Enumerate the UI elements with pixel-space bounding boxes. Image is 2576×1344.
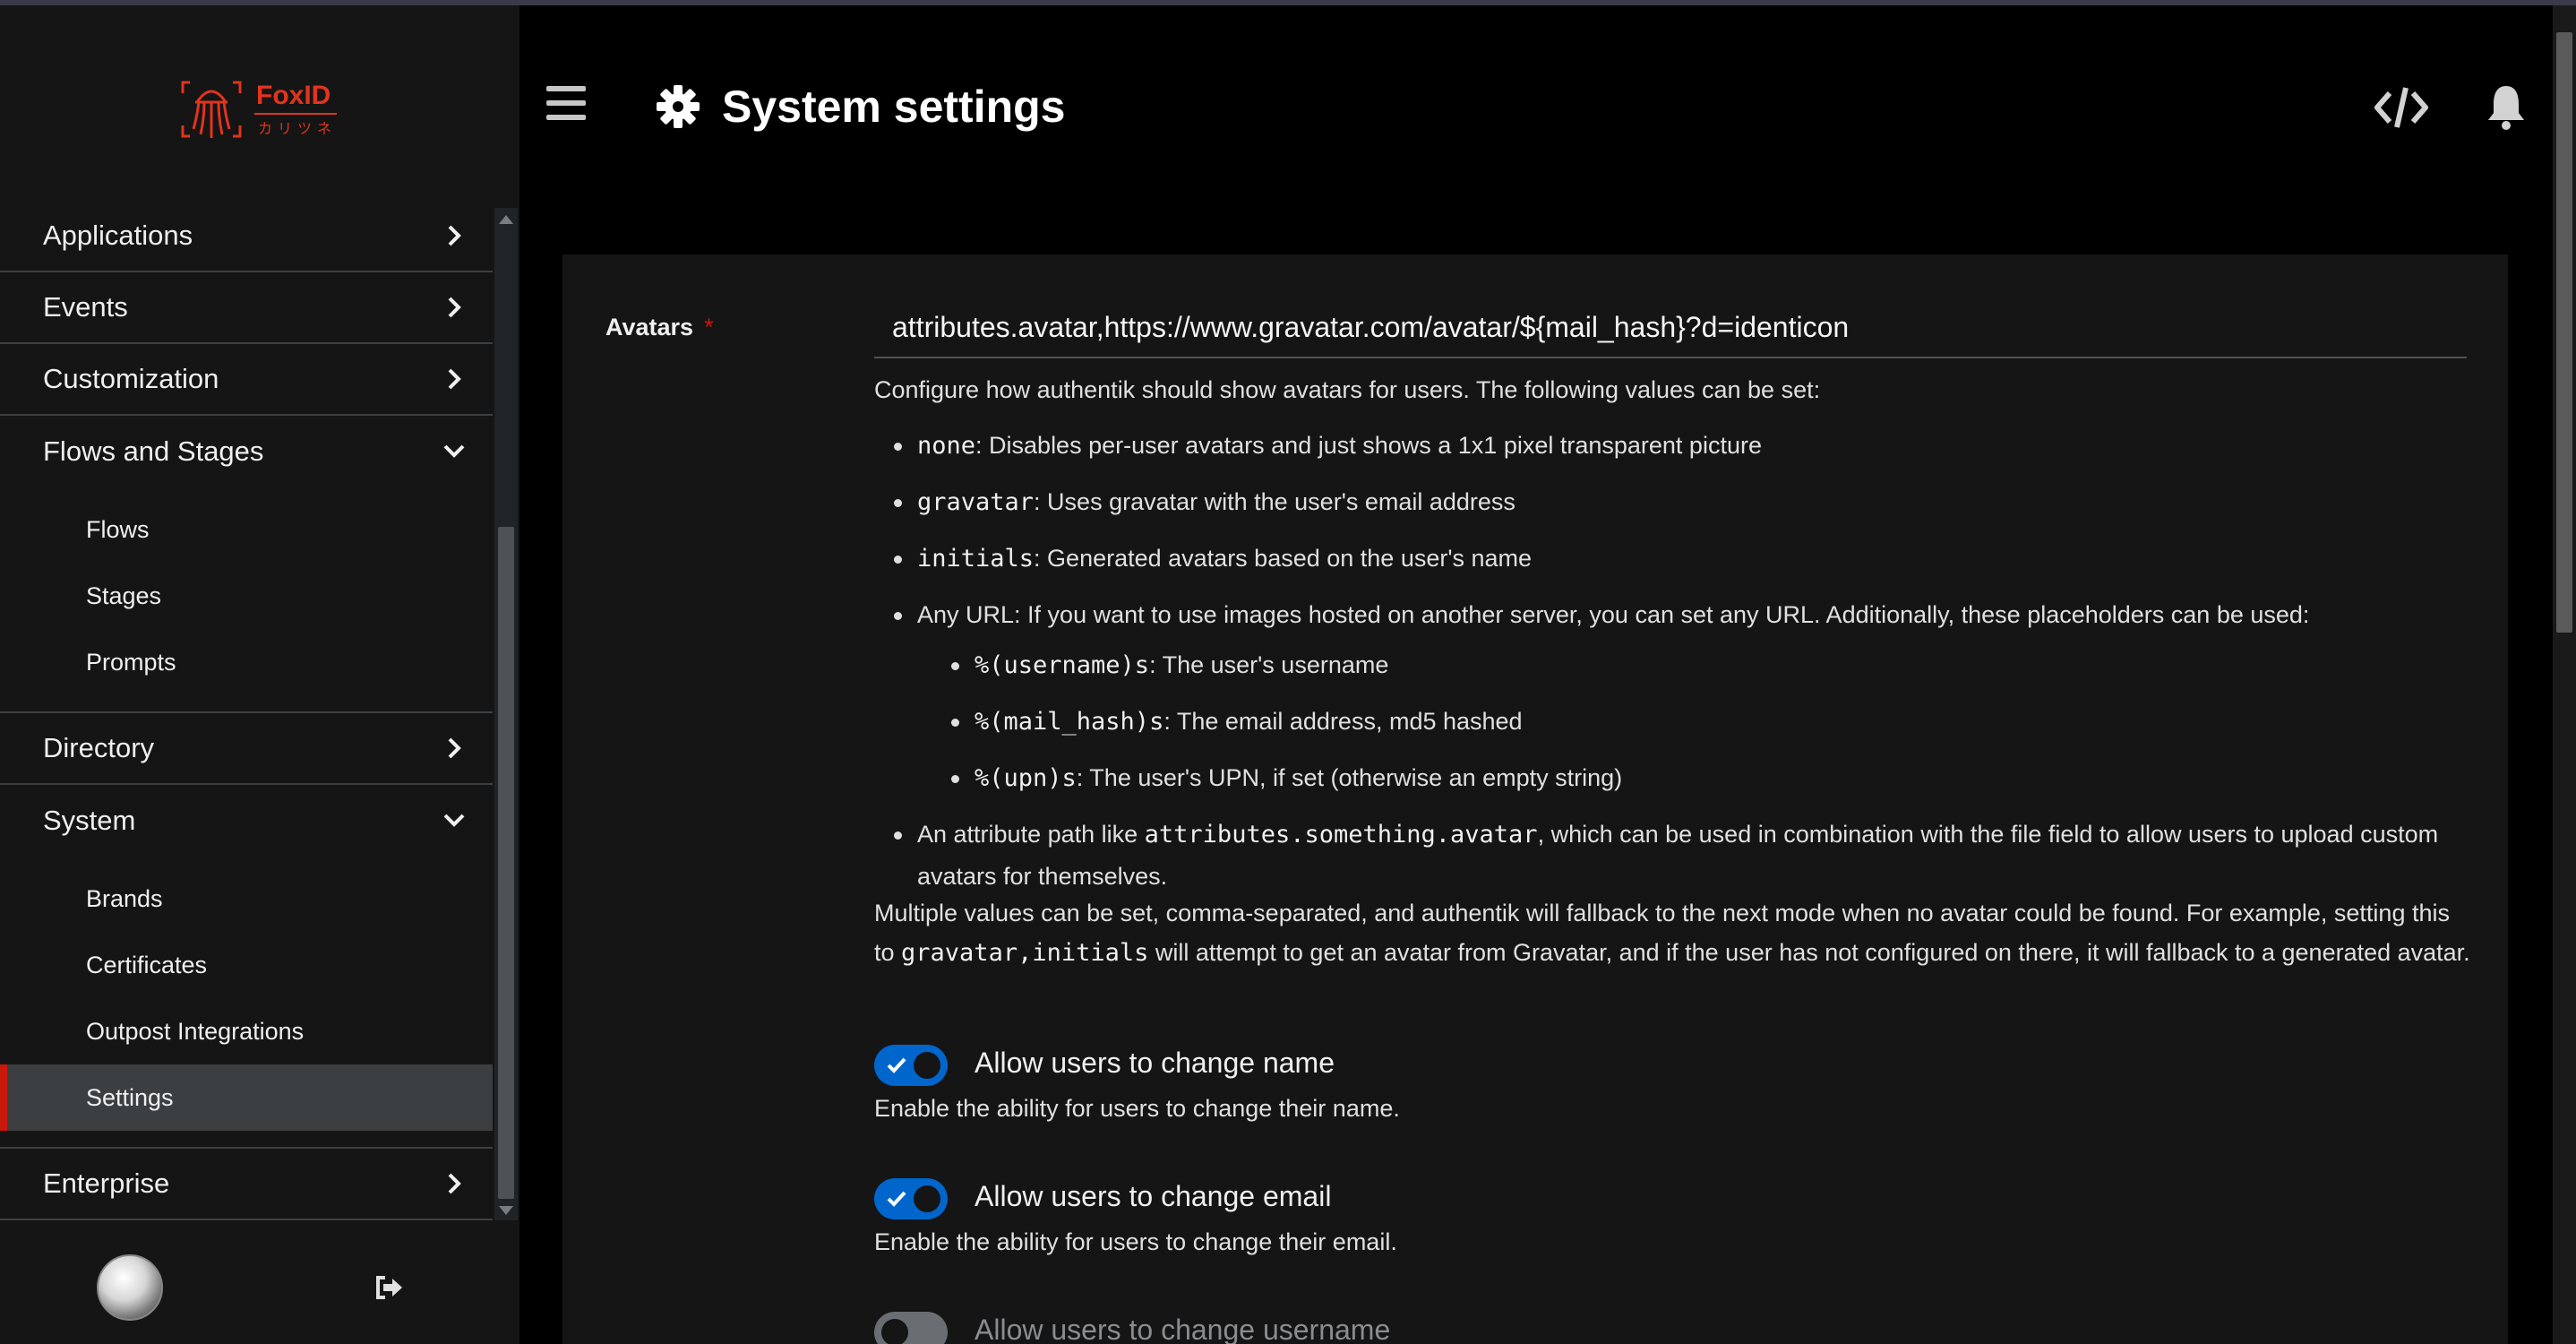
chevron-down-icon bbox=[443, 444, 465, 458]
bell-icon[interactable] bbox=[2485, 82, 2528, 131]
chevron-right-icon bbox=[448, 1173, 461, 1194]
sidebar-item-label: Enterprise bbox=[43, 1167, 170, 1199]
list-item-text: An attribute path like bbox=[917, 821, 1145, 848]
toggle-label: Allow users to change name bbox=[975, 1047, 1335, 1079]
user-avatar[interactable] bbox=[97, 1254, 163, 1321]
logout-icon[interactable] bbox=[374, 1274, 405, 1301]
toggle-change-name[interactable] bbox=[874, 1045, 948, 1086]
list-item: none: Disables per-user avatars and just… bbox=[874, 425, 2470, 467]
list-item: initials: Generated avatars based on the… bbox=[874, 538, 2470, 580]
sidebar-item-label: System bbox=[43, 805, 136, 836]
avatar-options-list: none: Disables per-user avatars and just… bbox=[874, 425, 2470, 897]
toggle-help: Enable the ability for users to change t… bbox=[874, 1095, 1400, 1122]
toggle-label: Allow users to change email bbox=[975, 1180, 1332, 1212]
help-intro: Configure how authentik should show avat… bbox=[874, 376, 1821, 403]
chevron-down-icon bbox=[443, 814, 465, 827]
check-icon bbox=[887, 1191, 906, 1207]
toggle-help: Enable the ability for users to change t… bbox=[874, 1228, 1397, 1255]
list-item: gravatar: Uses gravatar with the user's … bbox=[874, 481, 2470, 523]
required-asterisk: * bbox=[704, 314, 714, 340]
avatars-help-text: Configure how authentik should show avat… bbox=[874, 369, 2470, 973]
chevron-right-icon bbox=[448, 225, 461, 246]
sidebar-subitem-prompts[interactable]: Prompts bbox=[0, 629, 493, 695]
page-title: System settings bbox=[722, 82, 1066, 132]
main-scrollbar-thumb[interactable] bbox=[2556, 32, 2572, 633]
code-snippet: none bbox=[917, 432, 976, 460]
sidebar-item-system[interactable]: System bbox=[0, 785, 493, 857]
sidebar-item-enterprise[interactable]: Enterprise bbox=[0, 1149, 493, 1220]
sidebar-item-directory[interactable]: Directory bbox=[0, 713, 493, 785]
toggle-knob bbox=[914, 1185, 940, 1212]
sidebar-scrollbar-thumb[interactable] bbox=[498, 527, 514, 1199]
sidebar-item-events[interactable]: Events bbox=[0, 272, 493, 344]
avatars-label-text: Avatars bbox=[605, 314, 694, 340]
avatars-input[interactable] bbox=[874, 297, 2467, 358]
code-snippet: gravatar bbox=[917, 488, 1035, 516]
avatars-label: Avatars * bbox=[605, 314, 714, 341]
toggle-knob bbox=[881, 1319, 908, 1344]
scroll-down-arrow-icon[interactable] bbox=[499, 1206, 513, 1215]
scroll-up-arrow-icon[interactable] bbox=[499, 215, 513, 224]
brand-underline bbox=[254, 113, 337, 115]
sidebar-subitem-stages[interactable]: Stages bbox=[0, 563, 493, 629]
sidebar-scrollbar[interactable] bbox=[494, 208, 518, 1220]
sidebar-item-applications[interactable]: Applications bbox=[0, 201, 493, 272]
code-snippet: gravatar,initials bbox=[901, 939, 1149, 967]
gear-icon bbox=[657, 85, 700, 128]
menu-icon[interactable] bbox=[546, 86, 586, 122]
sidebar-subitem-flows[interactable]: Flows bbox=[0, 496, 493, 563]
brand-subtitle: カリツネ bbox=[258, 120, 338, 137]
settings-card: Avatars * Configure how authentik should … bbox=[562, 254, 2508, 1344]
list-item: An attribute path like attributes.someth… bbox=[874, 814, 2470, 897]
check-icon bbox=[887, 1057, 906, 1073]
sidebar-subitem-brands[interactable]: Brands bbox=[0, 866, 493, 932]
sidebar-item-label: Customization bbox=[43, 363, 219, 394]
chevron-right-icon bbox=[448, 297, 461, 318]
list-item-text: : Disables per-user avatars and just sho… bbox=[975, 432, 1762, 459]
list-item-text: : Uses gravatar with the user's email ad… bbox=[1034, 488, 1516, 515]
sidebar-sublist-system: Brands Certificates Outpost Integrations… bbox=[0, 857, 493, 1149]
sidebar-item-flows-and-stages[interactable]: Flows and Stages bbox=[0, 416, 493, 487]
help-text: will attempt to get an avatar from Grava… bbox=[1148, 939, 2470, 966]
sidebar-item-label: Applications bbox=[43, 220, 193, 251]
sidebar: FoxID カリツネ Applications Events Customiza… bbox=[0, 5, 519, 1344]
list-item-text: Any URL: If you want to use images hoste… bbox=[917, 601, 2310, 628]
code-snippet: %(username)s bbox=[975, 651, 1150, 679]
sidebar-subitem-settings[interactable]: Settings bbox=[0, 1064, 493, 1131]
toggle-change-username[interactable] bbox=[874, 1312, 948, 1344]
toggle-change-email[interactable] bbox=[874, 1178, 948, 1219]
list-item: %(upn)s: The user's UPN, if set (otherwi… bbox=[932, 757, 2470, 799]
toggle-knob bbox=[914, 1052, 940, 1079]
sidebar-item-label: Flows and Stages bbox=[43, 435, 264, 467]
list-item: Any URL: If you want to use images hoste… bbox=[874, 594, 2470, 799]
sidebar-nav: Applications Events Customization Flows … bbox=[0, 201, 493, 1220]
sidebar-subitem-outpost-integrations[interactable]: Outpost Integrations bbox=[0, 998, 493, 1064]
toggle-label: Allow users to change username bbox=[975, 1314, 1391, 1344]
list-item-text: : Generated avatars based on the user's … bbox=[1034, 545, 1533, 572]
main-scrollbar[interactable] bbox=[2553, 5, 2576, 1344]
code-icon[interactable] bbox=[2374, 84, 2429, 131]
list-item: %(username)s: The user's username bbox=[932, 644, 2470, 686]
sidebar-item-label: Directory bbox=[43, 732, 155, 763]
list-item-text: : The user's username bbox=[1149, 651, 1389, 678]
code-snippet: initials bbox=[917, 545, 1035, 573]
chevron-right-icon bbox=[448, 368, 461, 390]
help-multi-values: Multiple values can be set, comma-separa… bbox=[874, 893, 2470, 973]
code-snippet: attributes.something.avatar bbox=[1144, 821, 1538, 849]
list-item-text: : The user's UPN, if set (otherwise an e… bbox=[1076, 764, 1623, 791]
list-item: %(mail_hash)s: The email address, md5 ha… bbox=[932, 701, 2470, 743]
sidebar-item-customization[interactable]: Customization bbox=[0, 344, 493, 416]
jellyfish-logo-icon bbox=[181, 81, 242, 138]
brand-logo[interactable]: FoxID カリツネ bbox=[179, 75, 340, 147]
placeholder-list: %(username)s: The user's username %(mail… bbox=[932, 644, 2470, 799]
chevron-right-icon bbox=[448, 737, 461, 759]
list-item-text: : The email address, md5 hashed bbox=[1163, 708, 1523, 735]
brand-name: FoxID bbox=[256, 81, 331, 110]
sidebar-subitem-certificates[interactable]: Certificates bbox=[0, 932, 493, 998]
sidebar-item-label: Events bbox=[43, 291, 128, 323]
code-snippet: %(upn)s bbox=[975, 764, 1077, 792]
code-snippet: %(mail_hash)s bbox=[975, 708, 1164, 736]
sidebar-sublist-flows-and-stages: Flows Stages Prompts bbox=[0, 487, 493, 713]
